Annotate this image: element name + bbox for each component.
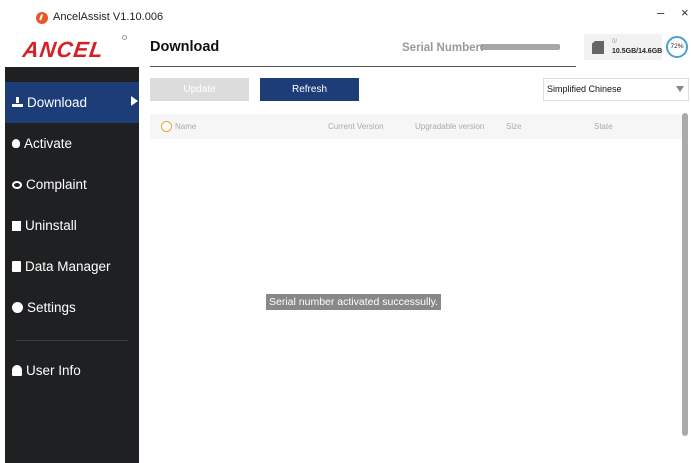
download-icon (12, 97, 23, 108)
table-header: Name Current Version Upgradable version … (150, 114, 682, 139)
column-header-name: Name (175, 122, 197, 131)
brand-logo-text: ANCEL (21, 37, 106, 62)
sidebar-item-activate[interactable]: Activate (5, 123, 139, 164)
trash-icon (12, 220, 21, 231)
sidebar-item-complaint[interactable]: Complaint (5, 164, 139, 205)
sidebar-item-label: Activate (24, 136, 73, 151)
complaint-icon (12, 180, 22, 189)
sd-card-icon (592, 41, 604, 54)
brand-logo: ANCEL (5, 30, 139, 67)
column-header-current-version: Current Version (328, 122, 384, 131)
serial-number-label: Serial Number: (402, 42, 484, 54)
serial-number-redacted (480, 44, 560, 50)
minimize-button[interactable]: – (657, 6, 664, 20)
language-select[interactable]: Simplified Chinese (543, 78, 689, 101)
user-icon (12, 365, 22, 376)
sidebar-item-label: Complaint (26, 177, 87, 192)
window-title: AncelAssist V1.10.006 (53, 11, 164, 23)
update-button[interactable]: Update (150, 78, 249, 101)
sidebar-item-user-info[interactable]: User Info (5, 350, 139, 391)
sidebar-item-label: Settings (27, 300, 76, 315)
sidebar-item-label: Uninstall (25, 218, 77, 233)
app-logo-icon (36, 12, 48, 24)
close-button[interactable]: × (681, 6, 689, 20)
sidebar-nav: Download Activate Complaint Uninstall Da… (5, 82, 139, 391)
storage-used: 0/ (612, 39, 618, 45)
registered-mark-icon (122, 35, 127, 40)
gear-icon (12, 302, 23, 313)
storage-indicator: 0/ 10.5GB/14.6GB (584, 34, 662, 60)
page-title: Download (150, 39, 220, 55)
clipboard-icon (12, 261, 21, 272)
sidebar-item-label: Download (27, 95, 88, 110)
chevron-down-icon (676, 86, 684, 92)
refresh-button[interactable]: Refresh (260, 78, 359, 101)
battery-percent: 72% (670, 43, 684, 50)
battery-indicator: 72% (666, 36, 688, 58)
sidebar-item-settings[interactable]: Settings (5, 287, 139, 328)
sidebar: ANCEL Download Activate Complaint Uninst… (5, 30, 139, 463)
table-scrollbar[interactable] (682, 113, 688, 436)
sidebar-item-uninstall[interactable]: Uninstall (5, 205, 139, 246)
toast-message: Serial number activated successully. (266, 294, 442, 310)
title-bar: AncelAssist V1.10.006 – × (0, 0, 691, 30)
sidebar-item-label: User Info (26, 363, 81, 378)
bulb-icon (12, 139, 20, 148)
column-header-state: State (594, 122, 613, 131)
select-all-radio[interactable] (161, 121, 172, 132)
header-divider (150, 66, 576, 67)
active-caret-icon (131, 96, 138, 106)
sidebar-item-data-manager[interactable]: Data Manager (5, 246, 139, 287)
sidebar-divider (16, 340, 128, 341)
sidebar-item-label: Data Manager (25, 259, 111, 274)
column-header-upgradable-version: Upgradable version (415, 122, 485, 131)
app-window: AncelAssist V1.10.006 – × ANCEL Download… (0, 0, 691, 463)
language-select-value: Simplified Chinese (547, 84, 622, 94)
sidebar-item-download[interactable]: Download (5, 82, 139, 123)
column-header-size: Size (506, 122, 522, 131)
storage-capacity: 10.5GB/14.6GB (612, 48, 663, 55)
